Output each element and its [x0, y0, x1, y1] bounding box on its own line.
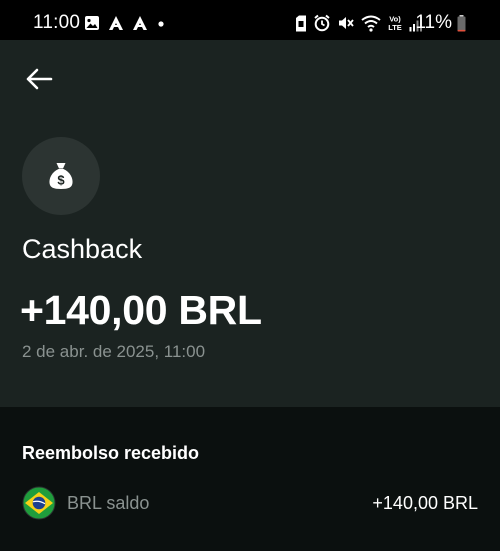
transaction-details: Reembolso recebido BRL saldo +140,00 BRL: [0, 407, 500, 551]
brazil-flag-icon: [22, 486, 56, 520]
app-a-icon: [132, 15, 148, 31]
transaction-date: 2 de abr. de 2025, 11:00: [22, 342, 206, 361]
notification-icons: [84, 13, 166, 33]
row-label: BRL saldo: [67, 493, 150, 513]
arrow-left-icon: [25, 67, 53, 91]
transaction-header: $ Cashback +140,00 BRL 2 de abr. de 2025…: [0, 40, 500, 407]
status-time: 11:00: [33, 12, 81, 33]
money-bag-icon: $: [48, 162, 74, 190]
alarm-icon: [313, 14, 331, 32]
app-a-icon: [108, 15, 124, 31]
mute-icon: [337, 14, 355, 32]
section-title: Reembolso recebido: [22, 443, 200, 463]
balance-row[interactable]: BRL saldo +140,00 BRL: [0, 484, 500, 522]
battery-icon: [457, 15, 466, 32]
transaction-avatar: $: [22, 137, 100, 215]
svg-text:LTE: LTE: [388, 23, 402, 32]
status-bar: 11:00 Vo) LTE 11%: [0, 0, 500, 40]
dot-icon: [156, 15, 166, 31]
wifi-icon: [361, 15, 381, 32]
svg-text:$: $: [57, 173, 65, 188]
row-value: +140,00 BRL: [372, 493, 478, 513]
gallery-icon: [84, 15, 100, 31]
transaction-type: Cashback: [22, 234, 143, 264]
sim-icon: [295, 15, 307, 32]
transaction-amount: +140,00 BRL: [20, 287, 262, 333]
battery-percent: 11%: [415, 12, 452, 33]
volte-icon: Vo) LTE: [387, 14, 403, 33]
back-button[interactable]: [22, 62, 56, 96]
system-icons: Vo) LTE: [295, 12, 423, 34]
